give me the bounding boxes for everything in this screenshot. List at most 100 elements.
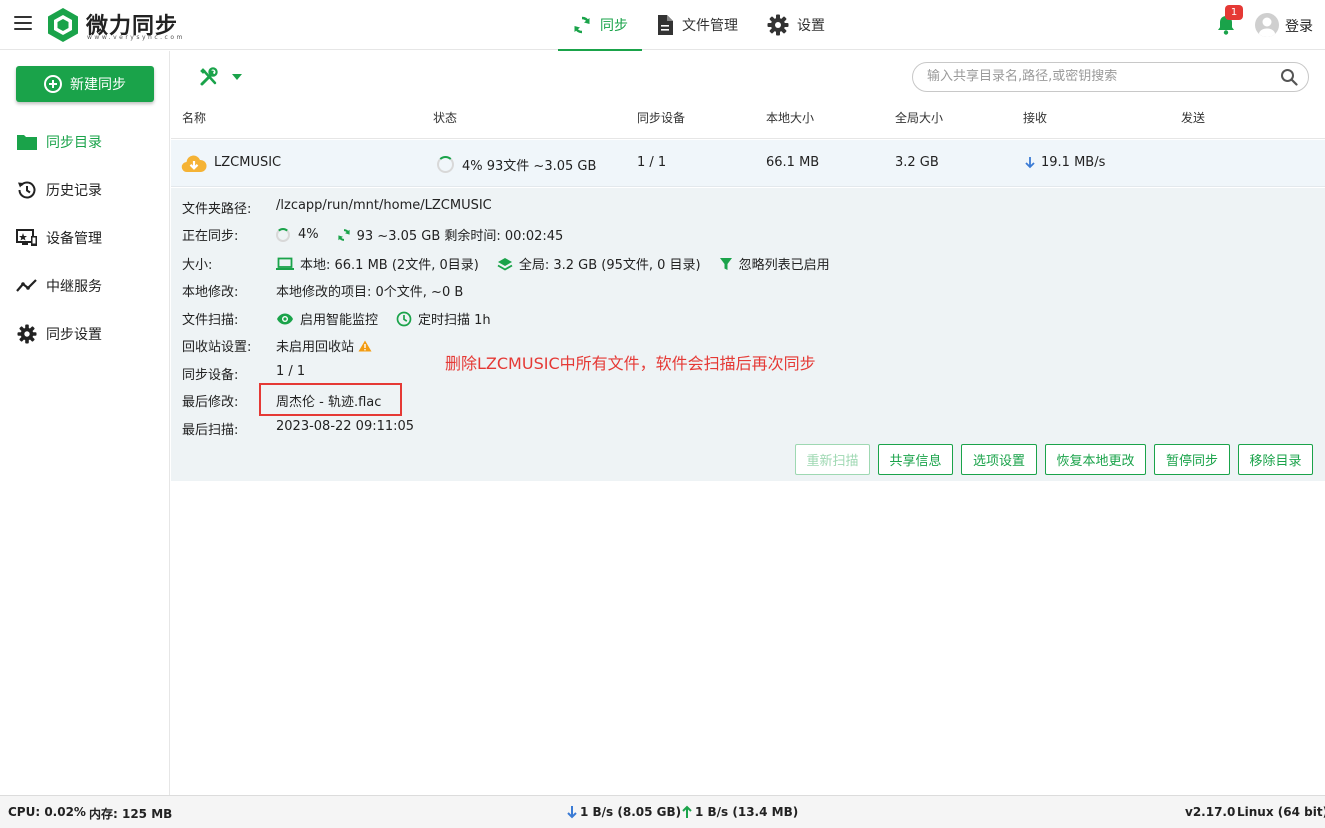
- tab-settings[interactable]: 设置: [767, 0, 825, 50]
- scan-value: 启用智能监控 定时扫描 1h: [276, 309, 491, 328]
- devices-label: 同步设备:: [182, 368, 239, 383]
- main-content: 名称 状态 同步设备 本地大小 全局大小 接收 发送 LZCMUSIC 4% 9…: [171, 51, 1325, 795]
- device-icon: [16, 229, 37, 246]
- size-local: 本地: 66.1 MB (2文件, 0目录): [300, 258, 479, 273]
- search-icon[interactable]: [1280, 68, 1298, 86]
- add-circle-icon: [44, 75, 62, 93]
- sidebar-item-label: 同步目录: [46, 135, 102, 151]
- last-mod-label: 最后修改:: [182, 395, 239, 410]
- sidebar-item-relay[interactable]: 中继服务: [16, 274, 102, 298]
- size-value: 本地: 66.1 MB (2文件, 0目录) 全局: 3.2 GB (95文件,…: [276, 254, 830, 273]
- folder-status-text: 4% 93文件 ~3.05 GB: [462, 159, 597, 174]
- avatar[interactable]: [1255, 13, 1279, 37]
- revert-local-changes-button[interactable]: 恢复本地更改: [1045, 444, 1146, 475]
- column-status[interactable]: 状态: [433, 109, 457, 126]
- share-info-button[interactable]: 共享信息: [878, 444, 953, 475]
- cpu-usage: CPU: 0.02%: [8, 805, 86, 819]
- app-version: v2.17.0: [1185, 805, 1236, 819]
- size-label: 大小:: [182, 258, 213, 273]
- folder-name[interactable]: LZCMUSIC: [214, 155, 281, 170]
- document-icon: [658, 15, 673, 35]
- history-icon: [18, 181, 36, 199]
- notification-badge: 1: [1225, 5, 1243, 20]
- arrow-up-icon: [682, 805, 692, 818]
- tools-icon: [200, 67, 218, 86]
- sidebar-item-label: 历史记录: [46, 183, 102, 199]
- caret-down-icon: [232, 74, 242, 80]
- options-button[interactable]: 选项设置: [961, 444, 1037, 475]
- local-mod-label: 本地修改:: [182, 285, 239, 300]
- recycle-label: 回收站设置:: [182, 340, 252, 355]
- recycle-status: 未启用回收站: [276, 340, 355, 355]
- login-link[interactable]: 登录: [1285, 16, 1313, 36]
- sidebar-item-sync-folders[interactable]: 同步目录: [16, 130, 102, 154]
- folder-receive: 19.1 MB/s: [1024, 155, 1105, 170]
- table-row[interactable]: LZCMUSIC 4% 93文件 ~3.05 GB 1 / 1 66.1 MB …: [171, 140, 1325, 187]
- column-global-size[interactable]: 全局大小: [895, 109, 943, 126]
- arrow-down-icon: [567, 806, 577, 819]
- sidebar-item-label: 同步设置: [46, 327, 102, 343]
- last-scan-value: 2023-08-22 09:11:05: [276, 419, 415, 434]
- column-receive[interactable]: 接收: [1023, 109, 1047, 126]
- new-sync-button[interactable]: 新建同步: [16, 66, 154, 102]
- folder-receive-rate: 19.1 MB/s: [1041, 155, 1106, 170]
- filter-icon: [719, 257, 732, 270]
- column-local-size[interactable]: 本地大小: [766, 109, 814, 126]
- syncing-percent: 4%: [298, 227, 319, 242]
- pause-sync-button[interactable]: 暂停同步: [1154, 444, 1230, 475]
- brand-url: www.verysync.com: [87, 34, 185, 41]
- sidebar-item-sync-settings[interactable]: 同步设置: [16, 322, 102, 346]
- sidebar-item-label: 设备管理: [46, 231, 102, 247]
- column-send[interactable]: 发送: [1181, 109, 1205, 126]
- new-sync-label: 新建同步: [70, 77, 126, 93]
- download-stats: 1 B/s (8.05 GB): [566, 805, 681, 819]
- progress-spinner: [437, 156, 454, 173]
- tab-settings-label: 设置: [797, 18, 825, 34]
- path-label: 文件夹路径:: [182, 202, 252, 217]
- folder-detail-panel: 文件夹路径: /lzcapp/run/mnt/home/LZCMUSIC 正在同…: [171, 188, 1325, 481]
- clock-icon: [396, 311, 412, 326]
- syncing-label: 正在同步:: [182, 229, 239, 244]
- sidebar-item-devices[interactable]: 设备管理: [16, 226, 102, 250]
- upload-stats: 1 B/s (13.4 MB): [681, 805, 798, 819]
- column-name[interactable]: 名称: [182, 109, 206, 126]
- folder-global-size: 3.2 GB: [895, 155, 939, 170]
- eye-icon: [277, 313, 293, 324]
- folder-devices: 1 / 1: [637, 155, 667, 170]
- top-bar: 微力同步 www.verysync.com 同步 文件管理 设置 1 登录: [0, 0, 1325, 51]
- memory-usage: 内存: 125 MB: [89, 807, 173, 821]
- hamburger-menu-icon[interactable]: [14, 16, 32, 32]
- folder-status: 4% 93文件 ~3.05 GB: [437, 155, 596, 174]
- cloud-download-icon: [181, 155, 207, 173]
- tools-dropdown[interactable]: [199, 67, 247, 87]
- sidebar-item-label: 中继服务: [46, 279, 102, 295]
- syncing-value: 4% 93 ~3.05 GB 剩余时间: 00:02:45: [276, 225, 563, 244]
- path-value: /lzcapp/run/mnt/home/LZCMUSIC: [276, 198, 492, 213]
- warning-icon: [358, 340, 372, 351]
- annotation-text: 删除LZCMUSIC中所有文件，软件会扫描后再次同步: [445, 354, 816, 373]
- scan-timer: 定时扫描 1h: [418, 313, 491, 328]
- size-ignore: 忽略列表已启用: [738, 258, 830, 273]
- sidebar-item-history[interactable]: 历史记录: [16, 178, 102, 202]
- rescan-button[interactable]: 重新扫描: [795, 444, 870, 475]
- arrow-down-icon: [1025, 156, 1035, 168]
- layers-icon: [497, 257, 513, 271]
- download-rate: 1 B/s (8.05 GB): [580, 805, 682, 819]
- verysync-logo-icon: [48, 8, 78, 42]
- column-devices[interactable]: 同步设备: [637, 109, 685, 126]
- syncing-info: 93 ~3.05 GB 剩余时间: 00:02:45: [356, 229, 564, 244]
- sync-icon: [338, 228, 350, 241]
- search-box: [912, 62, 1309, 92]
- highlight-box: [259, 383, 402, 416]
- remove-folder-button[interactable]: 移除目录: [1238, 444, 1313, 475]
- sidebar: 新建同步 同步目录 历史记录 设备管理 中继服务 同步设置: [0, 51, 170, 795]
- tab-sync[interactable]: 同步: [558, 0, 642, 51]
- scan-monitor: 启用智能监控: [300, 313, 379, 328]
- search-input[interactable]: [927, 69, 1267, 84]
- folder-icon: [17, 135, 37, 150]
- tab-file-manager[interactable]: 文件管理: [656, 0, 738, 50]
- sync-icon: [574, 16, 590, 34]
- gear-icon: [17, 324, 37, 344]
- last-scan-label: 最后扫描:: [182, 423, 239, 438]
- table-header: 名称 状态 同步设备 本地大小 全局大小 接收 发送: [171, 101, 1325, 139]
